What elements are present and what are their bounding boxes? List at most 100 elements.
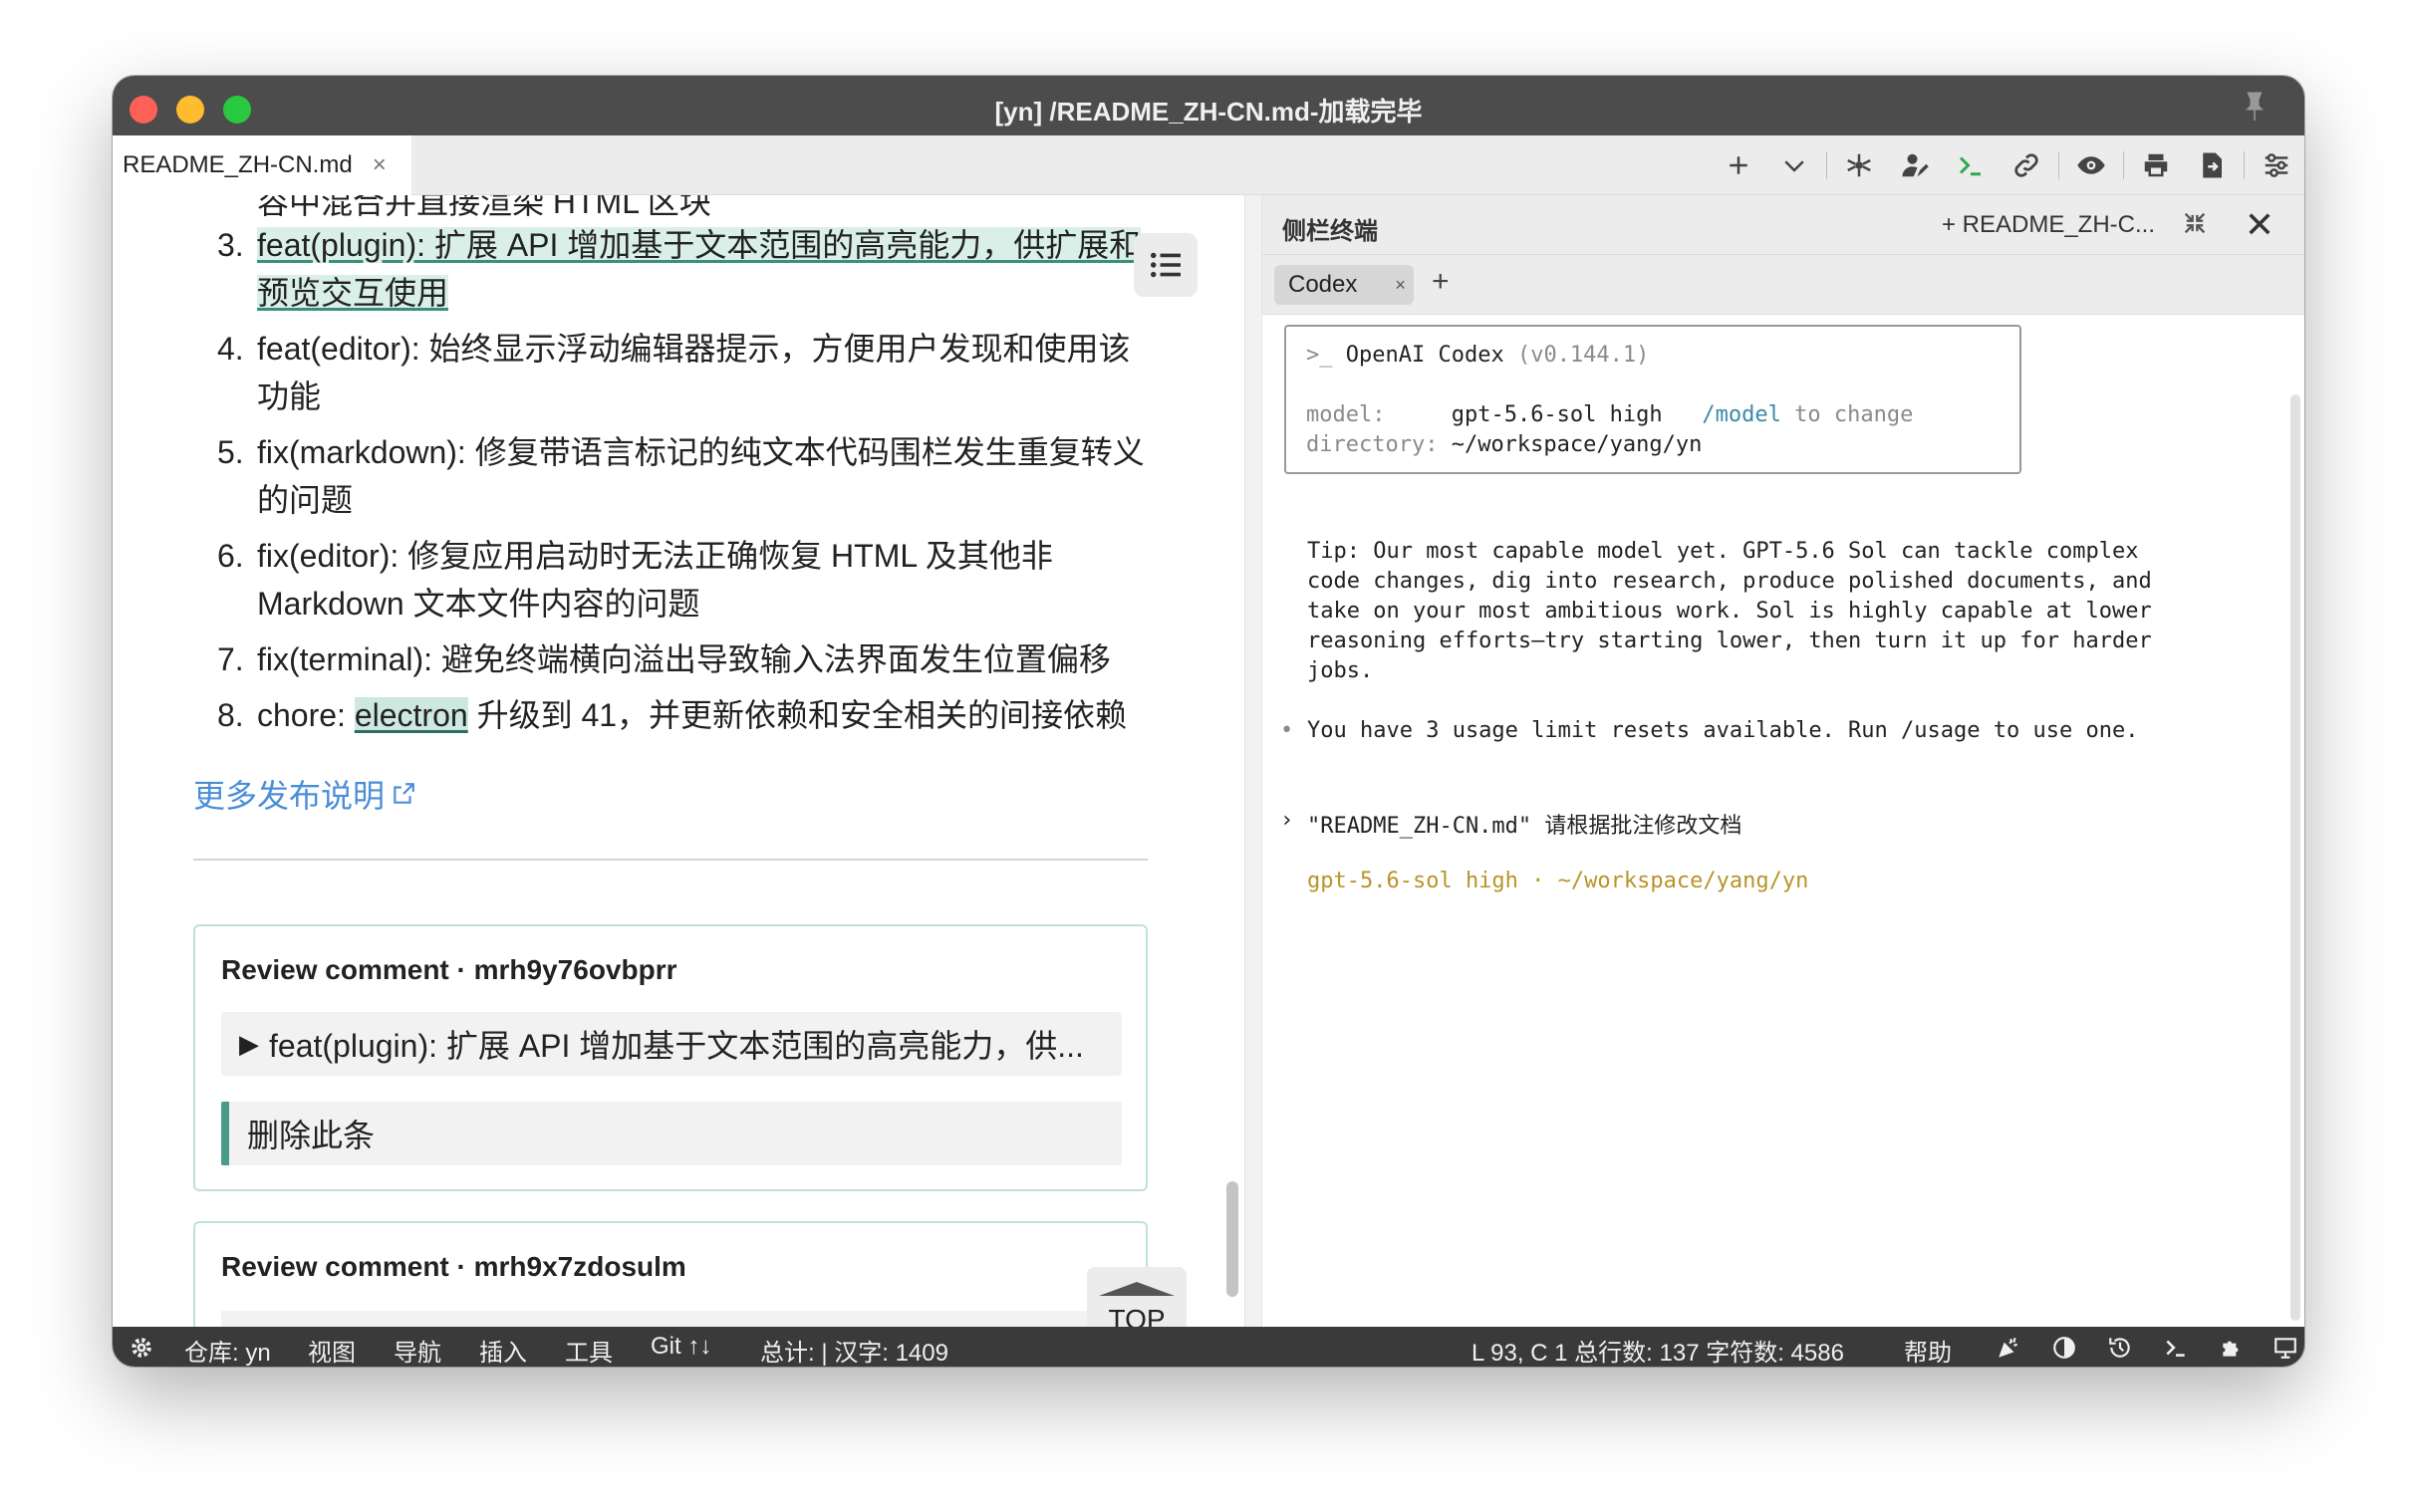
pane-resize-handle[interactable] xyxy=(1244,195,1262,1327)
user-edit-button[interactable] xyxy=(1887,135,1943,195)
pin-icon[interactable] xyxy=(2237,88,2273,124)
toolbar-separator xyxy=(2123,151,2124,179)
view-menu[interactable]: 视图 xyxy=(308,1333,356,1367)
terminal-header: 侧栏终端 + README_ZH-C... ✕ xyxy=(1262,195,2304,255)
list-text: fix(markdown): 修复带语言标记的纯文本代码围栏发生重复转义的问题 xyxy=(257,434,1145,518)
add-terminal-tab-button[interactable]: + xyxy=(1432,265,1450,299)
close-terminal-icon[interactable]: ✕ xyxy=(2245,205,2275,245)
tab-close-icon[interactable]: × xyxy=(373,151,387,179)
toolbar xyxy=(1711,135,2304,195)
link-icon xyxy=(2014,153,2038,177)
review-quote[interactable]: ▶ feat(plugin): 扩展 API 增加基于文本范围的高亮能力，供..… xyxy=(221,1012,1122,1076)
plugin-icon[interactable] xyxy=(2219,1335,2245,1361)
terminal-scrollbar[interactable] xyxy=(2290,394,2300,1321)
tab-list-button[interactable] xyxy=(1766,135,1822,195)
terminal-icon xyxy=(1959,156,1981,176)
terminal-title: 侧栏终端 xyxy=(1282,218,1378,245)
sidebar-terminal: 侧栏终端 + README_ZH-C... ✕ Codex × + >_ Ope… xyxy=(1262,195,2304,1327)
list-text: 升级到 41，并更新依赖和安全相关的间接依赖 xyxy=(467,697,1128,733)
git-label: Git xyxy=(651,1333,681,1360)
editor-pane[interactable]: 容中混合并直接渲染 HTML 区块 3. feat(plugin): 扩展 AP… xyxy=(113,195,1236,1327)
git-menu[interactable]: Git ↑↓ xyxy=(651,1333,711,1361)
tab-close-icon[interactable]: × xyxy=(1395,275,1406,296)
outline-toggle-button[interactable] xyxy=(1134,233,1198,297)
insert-file-button[interactable]: + README_ZH-C... xyxy=(1942,211,2155,239)
presentation-icon[interactable] xyxy=(2273,1335,2298,1361)
scroll-top-button[interactable]: TOP xyxy=(1087,1267,1187,1327)
list-text: fix(editor): 修复应用启动时无法正确恢复 HTML 及其他非 Mar… xyxy=(257,538,1053,622)
help-menu[interactable]: 帮助 xyxy=(1904,1333,1952,1367)
review-comment-card[interactable]: Review comment · mrh9x7zdosulm xyxy=(193,1221,1148,1327)
history-icon[interactable] xyxy=(2107,1335,2133,1361)
arrow-up-icon: ↑ xyxy=(687,1333,700,1360)
party-icon[interactable] xyxy=(1996,1335,2021,1361)
more-link-label: 更多发布说明 xyxy=(193,778,386,814)
collapse-icon[interactable] xyxy=(2181,209,2209,237)
codex-status-line: gpt-5.6-sol high · ~/workspace/yang/yn xyxy=(1307,869,1809,893)
new-tab-button[interactable] xyxy=(1711,135,1766,195)
review-body: 删除此条 xyxy=(221,1102,1122,1165)
editor-scrollbar[interactable] xyxy=(1226,1181,1238,1297)
list-number: 8. xyxy=(217,697,244,733)
tip-line: Tip: Our most capable model yet. GPT-5.6… xyxy=(1307,539,2139,564)
list-item: 8. chore: electron 升级到 41，并更新依赖和安全相关的间接依赖 xyxy=(113,691,1149,739)
review-quote-text: feat(plugin): 扩展 API 增加基于文本范围的高亮能力，供... xyxy=(269,1028,1084,1064)
codex-header-line: >_ OpenAI Codex (v0.144.1) xyxy=(1306,343,1650,368)
user-edit-icon xyxy=(1902,153,1929,177)
window-title: [yn] /README_ZH-CN.md-加载完毕 xyxy=(994,97,1423,126)
title-bar: [yn] /README_ZH-CN.md-加载完毕 xyxy=(113,76,2304,135)
word-count[interactable]: 总计: | 汉字: 1409 xyxy=(760,1333,948,1367)
tab-codex[interactable]: Codex × xyxy=(1274,265,1414,305)
print-button[interactable] xyxy=(2128,135,2184,195)
terminal-output[interactable]: >_ OpenAI Codex (v0.144.1) model: gpt-5.… xyxy=(1262,315,2304,1327)
list-number: 7. xyxy=(217,641,244,677)
eye-icon xyxy=(2077,156,2105,174)
repo-menu[interactable]: 仓库: yn xyxy=(184,1333,271,1367)
tip-line: code changes, dig into research, produce… xyxy=(1307,569,2152,594)
review-comment-card[interactable]: Review comment · mrh9y76ovbprr ▶ feat(pl… xyxy=(193,924,1148,1191)
list-number: 6. xyxy=(217,538,244,574)
cutoff-text: 容中混合并直接渲染 HTML 区块 xyxy=(257,195,711,220)
highlighted-text[interactable]: electron xyxy=(354,697,468,733)
release-notes-list: 3. feat(plugin): 扩展 API 增加基于文本范围的高亮能力，供扩… xyxy=(113,221,1199,747)
list-icon xyxy=(1151,252,1181,278)
list-item: 4. feat(editor): 始终显示浮动编辑器提示，方便用户发现和使用该功… xyxy=(113,325,1149,420)
preview-button[interactable] xyxy=(2063,135,2119,195)
gear-icon[interactable] xyxy=(129,1335,154,1361)
list-prefix: chore: xyxy=(257,697,355,733)
file-tab[interactable]: README_ZH-CN.md × xyxy=(113,135,411,195)
tip-line: jobs. xyxy=(1307,658,1374,683)
list-item: 5. fix(markdown): 修复带语言标记的纯文本代码围栏发生重复转义的… xyxy=(113,428,1149,524)
settings-button[interactable] xyxy=(2249,135,2304,195)
contrast-icon[interactable] xyxy=(2051,1335,2077,1361)
toolbar-separator xyxy=(1826,151,1827,179)
list-text: feat(editor): 始终显示浮动编辑器提示，方便用户发现和使用该功能 xyxy=(257,331,1131,414)
highlighted-text[interactable]: feat(plugin): 扩展 API 增加基于文本范围的高亮能力，供扩展和预… xyxy=(257,227,1142,311)
terminal-button[interactable] xyxy=(1943,135,1999,195)
status-bar: 仓库: yn 视图 导航 插入 工具 Git ↑↓ 总计: | 汉字: 1409… xyxy=(113,1327,2304,1367)
model-line: model: gpt-5.6-sol high /model to change xyxy=(1306,402,1914,427)
export-button[interactable] xyxy=(2184,135,2240,195)
review-title: Review comment · mrh9y76ovbprr xyxy=(221,954,677,985)
terminal-icon[interactable] xyxy=(2163,1335,2189,1361)
terminal-tabs: Codex × + xyxy=(1262,255,2304,315)
tools-menu[interactable]: 工具 xyxy=(565,1333,613,1367)
arrow-down-icon: ↓ xyxy=(699,1333,712,1360)
link-button[interactable] xyxy=(1999,135,2054,195)
divider xyxy=(193,859,1148,861)
triangle-right-icon: ▶ xyxy=(239,1028,259,1059)
external-link-icon xyxy=(394,783,414,804)
list-number: 3. xyxy=(217,227,244,263)
list-item: 7. fix(terminal): 避免终端横向溢出导致输入法界面发生位置偏移 xyxy=(113,635,1149,683)
nav-menu[interactable]: 导航 xyxy=(394,1333,441,1367)
list-item: 6. fix(editor): 修复应用启动时无法正确恢复 HTML 及其他非 … xyxy=(113,532,1149,628)
more-release-notes-link[interactable]: 更多发布说明 xyxy=(193,771,416,817)
prompt-marker: › xyxy=(1280,808,1294,833)
mindmap-button[interactable] xyxy=(1831,135,1887,195)
file-tab-label: README_ZH-CN.md xyxy=(123,151,353,178)
list-item: 3. feat(plugin): 扩展 API 增加基于文本范围的高亮能力，供扩… xyxy=(113,221,1149,317)
tab-bar: README_ZH-CN.md × xyxy=(113,135,2304,195)
insert-menu[interactable]: 插入 xyxy=(479,1333,527,1367)
graph-icon xyxy=(1847,153,1871,177)
usage-line: You have 3 usage limit resets available.… xyxy=(1307,718,2139,743)
